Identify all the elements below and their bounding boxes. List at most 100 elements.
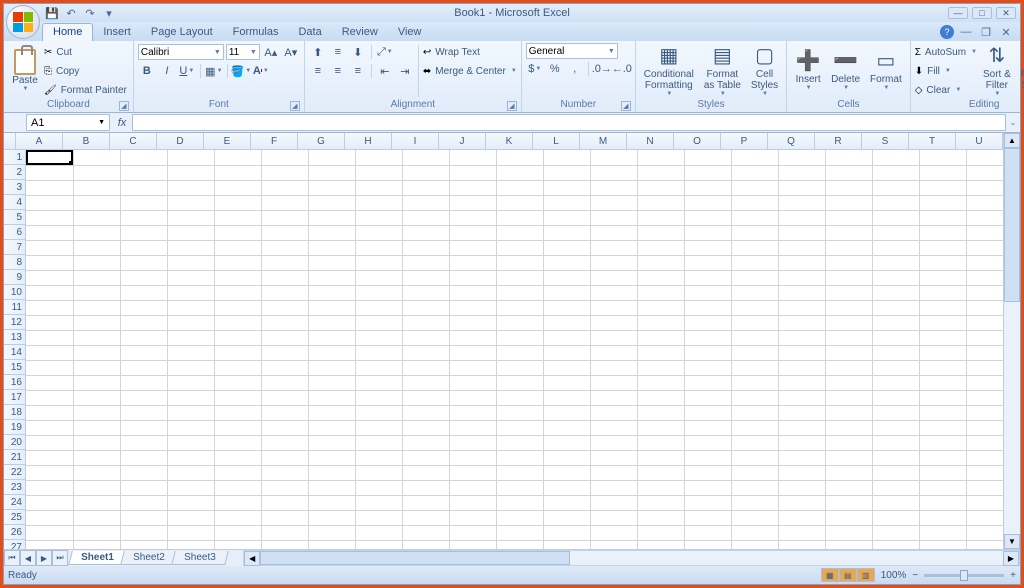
column-header[interactable]: P: [721, 133, 768, 149]
wrap-text-button[interactable]: ↩Wrap Text: [423, 43, 517, 61]
clear-button[interactable]: ◇Clear▼: [915, 81, 977, 99]
column-header[interactable]: F: [251, 133, 298, 149]
doc-close-button[interactable]: ✕: [998, 24, 1014, 40]
row-header[interactable]: 8: [4, 255, 25, 270]
comma-format-button[interactable]: ,: [566, 60, 584, 78]
row-header[interactable]: 9: [4, 270, 25, 285]
row-header[interactable]: 27: [4, 540, 25, 549]
column-header[interactable]: R: [815, 133, 862, 149]
help-button[interactable]: ?: [940, 25, 954, 39]
column-header[interactable]: G: [298, 133, 345, 149]
zoom-slider-thumb[interactable]: [960, 570, 968, 581]
clipboard-dialog-launcher[interactable]: ◢: [119, 101, 129, 111]
align-center-button[interactable]: ≡: [329, 62, 347, 80]
doc-minimize-button[interactable]: —: [958, 24, 974, 40]
vscroll-thumb[interactable]: [1004, 148, 1020, 302]
minimize-button[interactable]: —: [948, 7, 968, 19]
conditional-formatting-button[interactable]: ▦Conditional Formatting▼: [640, 43, 698, 99]
grow-font-button[interactable]: A▴: [262, 43, 280, 61]
column-header[interactable]: E: [204, 133, 251, 149]
merge-center-button[interactable]: ⬌Merge & Center▼: [423, 62, 517, 80]
row-header[interactable]: 23: [4, 480, 25, 495]
tab-insert[interactable]: Insert: [93, 24, 141, 41]
cut-button[interactable]: ✂Cut: [44, 43, 129, 61]
tab-data[interactable]: Data: [288, 24, 331, 41]
column-header[interactable]: C: [110, 133, 157, 149]
zoom-out-button[interactable]: −: [912, 570, 918, 581]
maximize-button[interactable]: □: [972, 7, 992, 19]
page-layout-view-button[interactable]: ▤: [839, 568, 857, 582]
column-header[interactable]: H: [345, 133, 392, 149]
increase-decimal-button[interactable]: .0→: [593, 60, 611, 78]
column-header[interactable]: O: [674, 133, 721, 149]
row-header[interactable]: 19: [4, 420, 25, 435]
row-header[interactable]: 1: [4, 150, 25, 165]
column-header[interactable]: L: [533, 133, 580, 149]
find-select-button[interactable]: 🔍Find & Select▼: [1017, 43, 1024, 99]
decrease-decimal-button[interactable]: ←.0: [613, 60, 631, 78]
formula-input[interactable]: [132, 114, 1006, 131]
number-dialog-launcher[interactable]: ◢: [621, 101, 631, 111]
insert-cells-button[interactable]: ➕Insert▼: [791, 43, 825, 99]
align-bottom-button[interactable]: ⬇: [349, 43, 367, 61]
font-color-button[interactable]: A▼: [252, 62, 270, 80]
row-header[interactable]: 4: [4, 195, 25, 210]
column-header[interactable]: B: [63, 133, 110, 149]
hscroll-thumb[interactable]: [260, 551, 570, 565]
row-header[interactable]: 26: [4, 525, 25, 540]
normal-view-button[interactable]: ▦: [821, 568, 839, 582]
cells-grid[interactable]: [26, 150, 1003, 549]
column-header[interactable]: T: [909, 133, 956, 149]
fill-color-button[interactable]: 🪣▼: [232, 62, 250, 80]
sort-filter-button[interactable]: ⇅Sort & Filter▼: [979, 43, 1015, 99]
page-break-view-button[interactable]: ▥: [857, 568, 875, 582]
format-cells-button[interactable]: ▭Format▼: [866, 43, 906, 99]
orientation-button[interactable]: ⤢▼: [376, 43, 394, 61]
row-header[interactable]: 2: [4, 165, 25, 180]
tab-formulas[interactable]: Formulas: [223, 24, 289, 41]
cell-styles-button[interactable]: ▢Cell Styles▼: [747, 43, 782, 99]
row-header[interactable]: 11: [4, 300, 25, 315]
row-header[interactable]: 24: [4, 495, 25, 510]
row-header[interactable]: 3: [4, 180, 25, 195]
row-header[interactable]: 12: [4, 315, 25, 330]
align-middle-button[interactable]: ≡: [329, 43, 347, 61]
sheet-tab[interactable]: Sheet1: [68, 551, 127, 565]
align-top-button[interactable]: ⬆: [309, 43, 327, 61]
tab-view[interactable]: View: [388, 24, 432, 41]
copy-button[interactable]: ⎘Copy: [44, 62, 129, 80]
row-header[interactable]: 6: [4, 225, 25, 240]
alignment-dialog-launcher[interactable]: ◢: [507, 101, 517, 111]
scroll-left-button[interactable]: ◀: [244, 551, 260, 566]
last-sheet-button[interactable]: ⏭: [52, 550, 68, 566]
row-header[interactable]: 25: [4, 510, 25, 525]
format-painter-button[interactable]: 🖌Format Painter: [44, 81, 129, 99]
row-header[interactable]: 17: [4, 390, 25, 405]
number-format-combo[interactable]: General▼: [526, 43, 618, 59]
row-header[interactable]: 21: [4, 450, 25, 465]
format-as-table-button[interactable]: ▤Format as Table▼: [700, 43, 745, 99]
align-left-button[interactable]: ≡: [309, 62, 327, 80]
scroll-right-button[interactable]: ▶: [1003, 551, 1019, 566]
tab-home[interactable]: Home: [42, 23, 93, 41]
row-header[interactable]: 7: [4, 240, 25, 255]
undo-button[interactable]: ↶: [63, 5, 79, 21]
column-header[interactable]: Q: [768, 133, 815, 149]
row-header[interactable]: 15: [4, 360, 25, 375]
align-right-button[interactable]: ≡: [349, 62, 367, 80]
autosum-button[interactable]: ΣAutoSum▼: [915, 43, 977, 61]
row-header[interactable]: 20: [4, 435, 25, 450]
row-header[interactable]: 5: [4, 210, 25, 225]
decrease-indent-button[interactable]: ⇤: [376, 62, 394, 80]
column-header[interactable]: I: [392, 133, 439, 149]
scroll-down-button[interactable]: ▼: [1004, 534, 1020, 549]
delete-cells-button[interactable]: ➖Delete▼: [827, 43, 864, 99]
column-header[interactable]: K: [486, 133, 533, 149]
sheet-tab[interactable]: Sheet3: [171, 551, 228, 565]
expand-formula-bar-button[interactable]: ⌄: [1006, 118, 1020, 127]
insert-function-button[interactable]: fx: [112, 117, 132, 129]
sheet-tab[interactable]: Sheet2: [120, 551, 177, 565]
row-header[interactable]: 16: [4, 375, 25, 390]
zoom-level[interactable]: 100%: [881, 570, 907, 581]
zoom-slider[interactable]: [924, 574, 1004, 577]
